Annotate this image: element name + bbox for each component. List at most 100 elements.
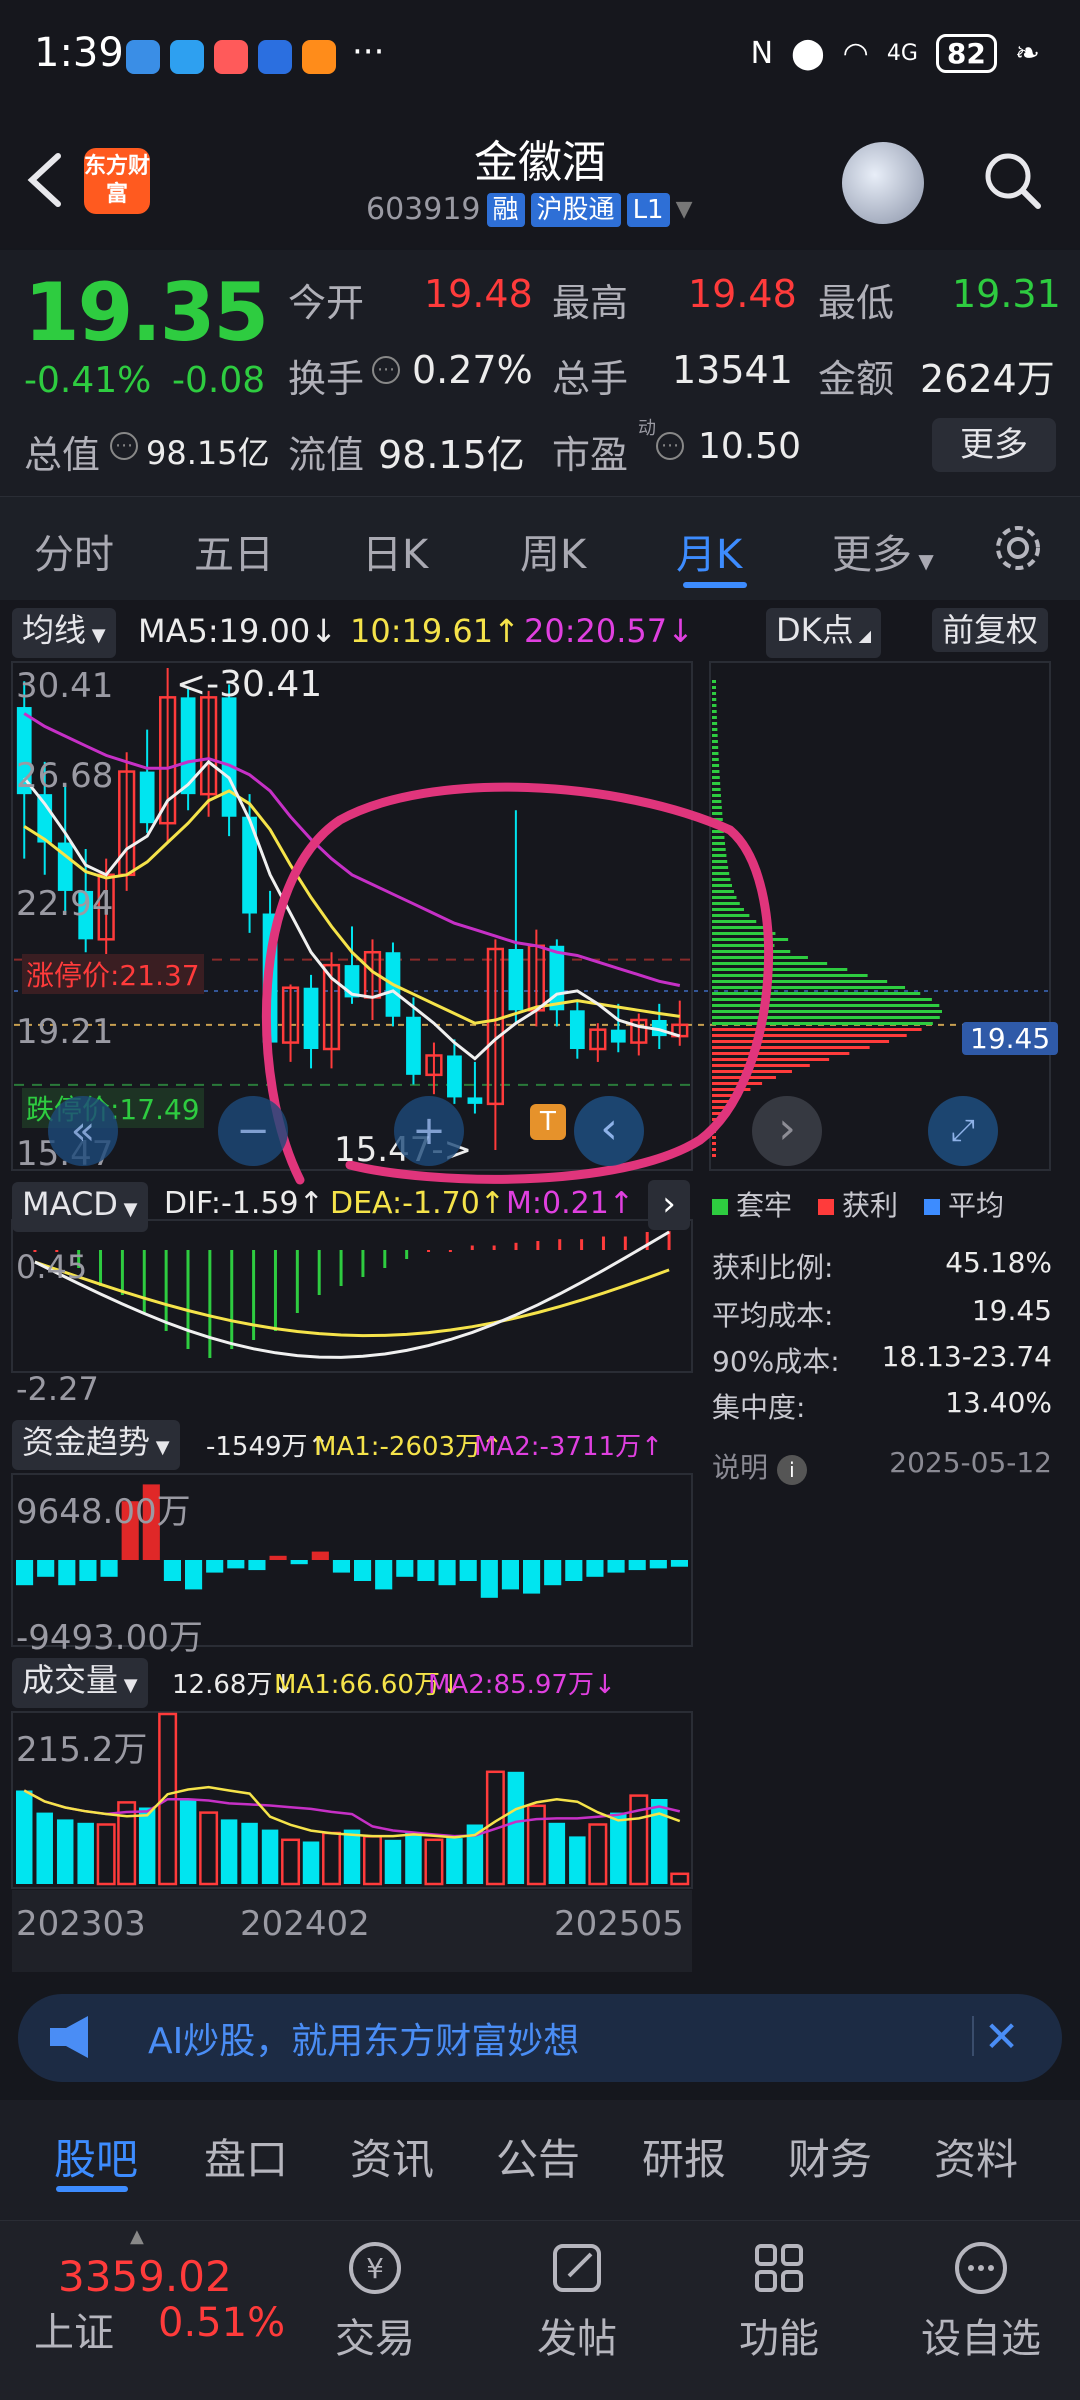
fund-bar [375, 1560, 393, 1590]
chip-bar [712, 1136, 716, 1139]
chevron-up-icon[interactable]: ▲ [130, 2226, 144, 2247]
fund-bar [417, 1560, 435, 1581]
app-notification-icon [126, 40, 160, 74]
volume-bar-up [670, 1872, 690, 1886]
zoom-in-icon[interactable]: + [394, 1096, 464, 1166]
y-label-3: 22.94 [16, 884, 114, 924]
tab-order-book[interactable]: 盘口 [204, 2126, 288, 2187]
nav-functions[interactable]: 功能 [704, 2236, 854, 2364]
volume-ma2: MA2:85.97万↓ [428, 1670, 616, 1700]
nav-post[interactable]: 发帖 [502, 2236, 652, 2364]
indicator-next-icon[interactable]: › [648, 1180, 690, 1230]
current-price: 19.35 [24, 266, 269, 359]
stock-code-row[interactable]: 603919 融 沪股通 L1 ▼ [366, 192, 693, 227]
shopping-notification-icon [302, 40, 336, 74]
chip-bar [712, 800, 722, 803]
edit-icon [553, 2244, 601, 2292]
chip-bar [712, 872, 730, 875]
volume-label: 总手 [552, 357, 629, 401]
float-label: 流值 [288, 433, 365, 477]
chevron-down-icon: ▼ [150, 1437, 170, 1458]
megaphone-icon [50, 2016, 88, 2058]
chart-canvas[interactable] [0, 600, 1080, 1980]
dea-line [34, 1260, 670, 1338]
volume-bar-down [651, 1799, 668, 1884]
chip-bar [712, 806, 722, 809]
stock-code: 603919 [366, 192, 481, 227]
tab-news[interactable]: 资讯 [350, 2126, 434, 2187]
info-icon[interactable]: ⋯ [656, 432, 684, 460]
pe-label: 市盈 [552, 433, 629, 477]
volume-bar-up [281, 1838, 301, 1886]
volume-selector[interactable]: 成交量 ▼ [12, 1658, 148, 1708]
chip-bar [712, 794, 721, 797]
tab-monthly-k[interactable]: 月K [676, 522, 742, 580]
scroll-left-icon[interactable]: ‹ [574, 1096, 644, 1166]
close-icon[interactable]: ✕ [984, 2012, 1019, 2061]
tab-announcements[interactable]: 公告 [496, 2126, 580, 2187]
note-row[interactable]: 说明 i 2025-05-12 [712, 1446, 1052, 1486]
legend-trapped: 套牢 [712, 1184, 792, 1224]
tab-profile[interactable]: 资料 [934, 2126, 1018, 2187]
chip-bar [712, 1154, 716, 1157]
wifi-icon: ◠ [842, 36, 869, 71]
chip-bar [712, 902, 740, 905]
chip-bar [712, 812, 723, 815]
index-value[interactable]: 3359.02 [58, 2252, 232, 2301]
tab-five-day[interactable]: 五日 [194, 522, 274, 580]
nav-add-watchlist-label: 设自选 [921, 2316, 1041, 2362]
tab-daily-k[interactable]: 日K [362, 522, 428, 580]
fund-bar [100, 1560, 118, 1577]
info-icon[interactable]: ⋯ [110, 432, 138, 460]
volume-y-top: 215.2万 [16, 1730, 148, 1770]
volume-selector-label: 成交量 [22, 1661, 119, 1699]
scroll-right-icon[interactable]: › [752, 1096, 822, 1166]
volume-bar-up [199, 1811, 219, 1886]
fund-selector[interactable]: 资金趋势 ▼ [12, 1420, 180, 1470]
tab-intraday[interactable]: 分时 [34, 522, 114, 580]
bottom-tab-underline [56, 2186, 128, 2192]
gear-icon[interactable] [990, 520, 1046, 576]
search-icon[interactable] [980, 148, 1044, 212]
scroll-left-fast-icon[interactable]: « [48, 1096, 118, 1166]
expand-icon[interactable]: ⤢ [928, 1096, 998, 1166]
fund-bar [290, 1560, 308, 1565]
tab-weekly-k[interactable]: 周K [520, 522, 586, 580]
chevron-down-icon: ▼ [675, 197, 693, 222]
more-button[interactable]: 更多 [932, 418, 1056, 472]
chip-bar [712, 860, 728, 863]
nav-trade-label: 交易 [335, 2316, 415, 2362]
chip-bar [712, 938, 789, 941]
nav-add-watchlist[interactable]: 设自选 [906, 2236, 1056, 2364]
robot-avatar-icon[interactable] [842, 142, 924, 224]
chip-bar [712, 866, 729, 869]
ai-banner-text[interactable]: AI炒股，就用东方财富妙想 [148, 2012, 579, 2064]
connect-tag: 沪股通 [530, 192, 621, 227]
macd-selector[interactable]: MACD ▼ [12, 1182, 148, 1232]
fund-bar [670, 1560, 688, 1567]
volume-value: 13541 [672, 348, 793, 392]
battery-icon: 82 [935, 34, 997, 73]
tab-more[interactable]: 更多 ▼ [832, 522, 934, 580]
nav-trade[interactable]: ¥ 交易 [300, 2236, 450, 2364]
fund-bar [332, 1560, 350, 1573]
fund-bar [79, 1560, 97, 1581]
fund-y-bottom: -9493.00万 [16, 1618, 203, 1658]
tab-underline [683, 582, 747, 588]
tab-financials[interactable]: 财务 [788, 2126, 872, 2187]
info-icon[interactable]: ⋯ [372, 356, 400, 384]
t-marker[interactable]: T [530, 1104, 566, 1140]
info-icon[interactable]: i [776, 1455, 807, 1485]
chip-bar [712, 686, 716, 689]
fund-bar [501, 1560, 519, 1590]
volume-bar-up [424, 1838, 444, 1886]
chip-bar [712, 878, 731, 881]
tab-forum[interactable]: 股吧 [54, 2126, 138, 2187]
zoom-out-icon[interactable]: − [218, 1096, 288, 1166]
tab-research[interactable]: 研报 [642, 2126, 726, 2187]
macd-dea: DEA:-1.70↑ [330, 1186, 505, 1221]
volume-bar-down [16, 1790, 33, 1884]
macd-histogram [33, 1230, 671, 1359]
candle-body-down [569, 1010, 585, 1050]
avg-cost-row: 平均成本: 19.45 [712, 1294, 1052, 1332]
